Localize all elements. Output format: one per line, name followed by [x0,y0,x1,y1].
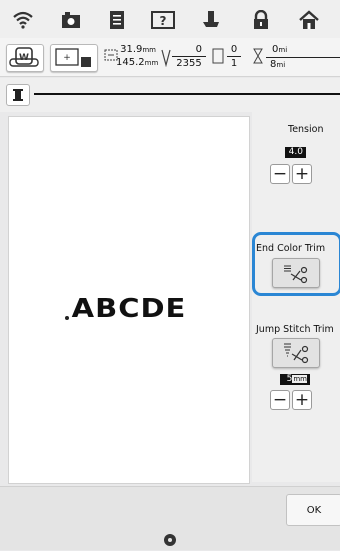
svg-text:W: W [19,53,29,63]
width-value: 31.9 [120,44,143,55]
embroidery-foot-icon[interactable] [198,8,224,32]
stitch-counter: 0 2355 [172,44,206,69]
tension-value: 4.0 [285,147,306,158]
top-toolbar: ? [0,0,340,38]
jump-value-box: 5mm [280,374,310,385]
height-readout: 145.2mm [116,57,159,69]
gear-icon[interactable] [163,532,177,551]
color-total: 1 [230,58,238,69]
thread-color-button[interactable] [6,84,30,106]
jump-unit: mm [292,375,307,383]
svg-text:+: + [63,53,71,63]
camera-icon[interactable] [58,8,84,32]
jump-stitch-scissors-icon [284,343,309,364]
jump-stitch-trim-button[interactable] [272,338,320,368]
height-unit: mm [144,59,159,67]
width-unit: mm [142,46,156,54]
tension-label: Tension [288,124,324,135]
ok-button[interactable]: OK [286,494,340,526]
thread-row [0,78,340,112]
needle-icon [160,49,172,71]
jump-plus-button[interactable]: + [292,390,312,410]
frame-select-button[interactable]: W [6,44,44,72]
color-counter: 0 1 [227,44,241,69]
height-value: 145.2 [116,57,145,68]
stitch-current: 0 [195,44,202,55]
start-point-marker [65,316,69,320]
width-readout: 31.9mm [120,44,156,56]
hourglass-icon [253,48,263,68]
time-unit-bottom: mi [276,61,286,69]
info-row: W + 31.9mm 145.2mm 0 2355 0 1 0mi 8mi [0,38,340,77]
tension-plus-button[interactable]: + [292,164,312,184]
time-unit-top: mi [278,46,288,54]
jump-minus-button[interactable]: − [270,390,290,410]
thread-color-bar [34,93,340,95]
embroidery-preview: ABCDE [8,116,250,484]
stitch-total: 2355 [176,58,202,69]
help-icon[interactable]: ? [150,8,176,32]
embroidery-frame-button[interactable]: + [50,44,98,72]
home-icon[interactable] [296,8,322,32]
svg-text:?: ? [160,14,167,28]
wifi-icon[interactable] [10,8,36,32]
thread-spool-icon [13,89,23,101]
time-counter: 0mi 8mi [266,44,340,71]
settings-panel: Tension 4.0 − + End Color Trim Jump Stit… [252,112,340,482]
color-current: 0 [230,44,238,55]
end-color-trim-highlight [252,232,340,296]
preview-text: ABCDE [71,292,187,324]
tension-minus-button[interactable]: − [270,164,290,184]
jump-stitch-trim-label: Jump Stitch Trim [256,324,334,335]
document-icon[interactable] [104,8,130,32]
lock-icon[interactable] [248,8,274,32]
color-count-icon [212,48,224,68]
